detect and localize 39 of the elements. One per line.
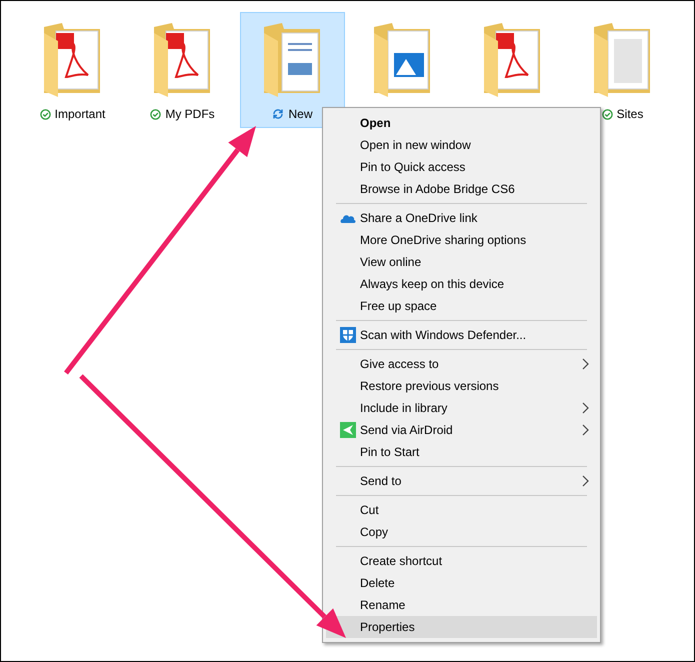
menu-item[interactable]: Include in library — [326, 397, 597, 419]
folder-item[interactable]: Important — [20, 12, 125, 128]
folder-item[interactable]: New — [240, 12, 345, 128]
menu-item[interactable]: Rename — [326, 594, 597, 616]
check-circle-icon — [40, 108, 51, 120]
check-circle-icon — [150, 108, 162, 120]
menu-item[interactable]: Open in new window — [326, 134, 597, 156]
menu-item[interactable]: Send via AirDroid — [326, 419, 597, 441]
menu-item[interactable]: Free up space — [326, 295, 597, 317]
send-icon — [340, 422, 356, 438]
sync-icon — [272, 108, 284, 120]
menu-item[interactable]: Pin to Start — [326, 441, 597, 463]
chevron-right-icon — [582, 424, 589, 436]
chevron-right-icon — [582, 475, 589, 487]
chevron-right-icon — [582, 402, 589, 414]
shield-icon — [340, 327, 356, 343]
folder-item[interactable]: My PDFs — [130, 12, 235, 128]
menu-item[interactable]: Properties — [326, 616, 597, 638]
menu-item[interactable]: Copy — [326, 521, 597, 543]
menu-item[interactable]: More OneDrive sharing options — [326, 229, 597, 251]
menu-item[interactable]: Send to — [326, 470, 597, 492]
folder-name: Important — [54, 106, 106, 123]
menu-item[interactable]: Cut — [326, 499, 597, 521]
menu-item[interactable]: Restore previous versions — [326, 375, 597, 397]
check-circle-icon — [602, 108, 613, 120]
menu-item[interactable]: Delete — [326, 572, 597, 594]
folder-name: My PDFs — [165, 106, 215, 123]
menu-item[interactable]: Give access to — [326, 353, 597, 375]
menu-item[interactable]: Scan with Windows Defender... — [326, 324, 597, 346]
menu-item[interactable]: Create shortcut — [326, 550, 597, 572]
folder-name: Sites — [616, 106, 644, 123]
cloud-icon — [340, 213, 356, 223]
menu-item[interactable]: Always keep on this device — [326, 273, 597, 295]
menu-item[interactable]: Pin to Quick access — [326, 156, 597, 178]
folder-name: New — [288, 106, 312, 123]
menu-item[interactable]: View online — [326, 251, 597, 273]
menu-item[interactable]: Share a OneDrive link — [326, 207, 597, 229]
chevron-right-icon — [582, 358, 589, 370]
menu-item[interactable]: Browse in Adobe Bridge CS6 — [326, 178, 597, 200]
